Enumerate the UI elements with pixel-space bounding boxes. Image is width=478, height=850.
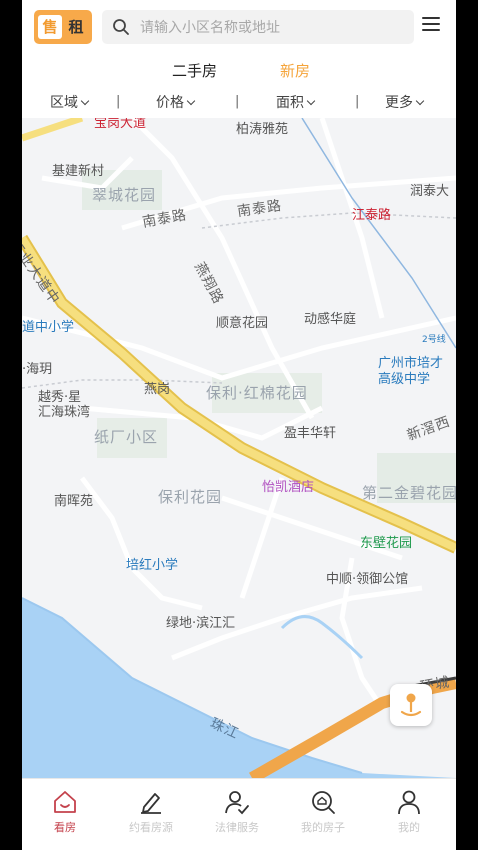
map-label-dongbi[interactable]: 东壁花园 [360, 532, 412, 551]
map-label-runtai[interactable]: 润泰大 [410, 180, 449, 199]
nav-item-legal[interactable]: 法律服务 [194, 789, 280, 835]
tab-second-hand[interactable]: 二手房 [172, 60, 217, 81]
house-search-icon [312, 791, 335, 814]
locate-button[interactable] [390, 684, 432, 726]
sell-tab[interactable]: 售 [38, 15, 62, 39]
filter-area[interactable]: 区域 [50, 92, 90, 112]
filter-more-label: 更多 [385, 95, 413, 111]
map-view[interactable]: 宝岗大道 柏涛雅苑 基建新村 翠城花园 南泰路 南泰路 江泰路 润泰大 工业大道… [22, 118, 456, 778]
menu-icon[interactable] [422, 17, 440, 37]
filter-bar: 区域 | 价格 | 面积 | 更多 [22, 86, 456, 118]
map-label-baigang[interactable]: 宝岗大道 [94, 118, 146, 131]
chevron-down-icon [80, 96, 90, 106]
map-label-daozhong[interactable]: 道中小学 [22, 316, 74, 335]
map-label-dier-jinbi[interactable]: 第二金碧花园 [362, 482, 456, 503]
chevron-down-icon [415, 96, 425, 106]
filter-separator: | [116, 94, 121, 109]
map-label-lvdi[interactable]: 绿地·滨江汇 [166, 612, 235, 631]
filter-area-label: 区域 [50, 95, 78, 111]
filter-price-label: 价格 [156, 95, 184, 111]
map-label-shunyi[interactable]: 顺意花园 [216, 312, 268, 331]
rent-tab[interactable]: 租 [64, 15, 88, 39]
house-type-tabs: 二手房 新房 [22, 54, 456, 86]
map-label-baoli-hongmian[interactable]: 保利·红棉花园 [206, 382, 308, 403]
chevron-down-icon [186, 96, 196, 106]
search-input[interactable] [138, 10, 402, 46]
filter-size-label: 面积 [276, 95, 304, 111]
nav-item-appointment[interactable]: 约看房源 [108, 789, 194, 835]
map-label-yikai[interactable]: 怡凯酒店 [262, 476, 314, 495]
nav-label: 看房 [54, 821, 76, 834]
map-label-nanhui[interactable]: 南晖苑 [54, 490, 93, 509]
filter-separator: | [235, 94, 240, 109]
nav-item-viewing[interactable]: 看房 [22, 789, 108, 835]
map-label-donggan[interactable]: 动感华庭 [304, 308, 356, 327]
nav-label: 我的 [398, 821, 420, 834]
map-label-zhichang[interactable]: 纸厂小区 [94, 426, 158, 447]
user-check-icon [225, 791, 249, 815]
map-label-haiyue[interactable]: ·海玥 [22, 358, 52, 377]
nav-label: 法律服务 [215, 821, 259, 834]
filter-more[interactable]: 更多 [385, 92, 425, 112]
map-label-jijian[interactable]: 基建新村 [52, 160, 104, 179]
nav-item-my-house[interactable]: 我的房子 [280, 789, 366, 835]
pen-icon [141, 793, 161, 814]
map-label-yingfeng[interactable]: 盈丰华轩 [284, 422, 336, 441]
map-label-baoli-garden[interactable]: 保利花园 [158, 486, 222, 507]
filter-separator: | [355, 94, 360, 109]
filter-size[interactable]: 面积 [276, 92, 316, 112]
nav-item-mine[interactable]: 我的 [366, 789, 452, 835]
tab-new-house[interactable]: 新房 [280, 60, 310, 81]
search-icon [113, 19, 129, 35]
map-label-jiangtai[interactable]: 江泰路 [352, 204, 391, 223]
search-box[interactable] [102, 10, 414, 46]
chevron-down-icon [306, 96, 316, 106]
map-label-peihong[interactable]: 培红小学 [126, 554, 178, 573]
bottom-nav: 看房 约看房源 法律服务 我的房子 我的 [22, 778, 456, 850]
location-pin-icon [400, 693, 422, 717]
sell-rent-toggle[interactable]: 售 租 [34, 10, 92, 44]
top-bar: 售 租 [22, 0, 456, 54]
map-label-peicai-2[interactable]: 高级中学 [378, 368, 430, 387]
map-label-baitao[interactable]: 柏涛雅苑 [236, 118, 288, 137]
nav-label: 我的房子 [301, 821, 345, 834]
nav-label: 约看房源 [129, 821, 173, 834]
person-icon [398, 790, 420, 815]
map-label-zhongshun[interactable]: 中顺·领御公馆 [326, 568, 408, 587]
app-screen: 售 租 二手房 新房 区域 | 价格 | 面积 | 更多 [22, 0, 456, 850]
home-icon [54, 791, 76, 813]
map-label-cuicheng[interactable]: 翠城花园 [92, 184, 156, 205]
filter-price[interactable]: 价格 [156, 92, 196, 112]
map-label-yuexiu-2[interactable]: 汇海珠湾 [38, 401, 90, 420]
map-label-yangang[interactable]: 燕岗 [144, 378, 170, 397]
map-label-line2: 2号线 [422, 335, 446, 345]
